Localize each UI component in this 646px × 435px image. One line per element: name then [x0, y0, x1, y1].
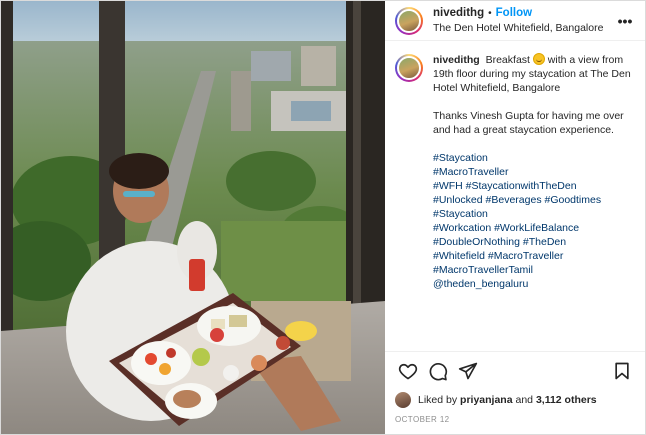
post-header: nivedithg • Follow The Den Hotel Whitefi… [385, 1, 645, 41]
follow-button[interactable]: Follow [496, 6, 532, 21]
post-location[interactable]: The Den Hotel Whitefield, Bangalore [433, 21, 615, 36]
share-icon[interactable] [453, 356, 483, 386]
caption-paragraph-1: nivedithg Breakfast with a view from 19t… [433, 53, 635, 95]
caption-paragraph-2: Thanks Vinesh Gupta for having me over a… [433, 110, 624, 136]
liked-by-label: Liked by [418, 394, 458, 406]
post-date[interactable]: OCTOBER 12 [385, 411, 645, 434]
hashtag-line[interactable]: #MacroTraveller [433, 165, 635, 179]
likes-and: and [515, 394, 534, 406]
hashtag-list: #Staycation #MacroTraveller #WFH #Stayca… [433, 151, 635, 291]
instagram-post: nivedithg • Follow The Den Hotel Whitefi… [0, 0, 646, 435]
likes-count[interactable]: 3,112 others [536, 394, 597, 406]
post-photo[interactable] [1, 1, 385, 434]
hashtag-line[interactable]: #Whitefield #MacroTraveller [433, 249, 635, 263]
mention-link[interactable]: @theden_bengaluru [433, 277, 635, 291]
hashtag-line[interactable]: #Workcation #WorkLifeBalance [433, 221, 635, 235]
hashtag-line[interactable]: #Staycation [433, 207, 635, 221]
liker-username[interactable]: priyanjana [460, 394, 513, 406]
caption-author-avatar[interactable] [395, 54, 423, 82]
caption: nivedithg Breakfast with a view from 19t… [433, 53, 635, 351]
caption-username[interactable]: nivedithg [433, 54, 480, 66]
hashtag-line[interactable]: #Staycation [433, 151, 635, 165]
caption-area: nivedithg Breakfast with a view from 19t… [385, 41, 645, 351]
comment-icon[interactable] [423, 356, 453, 386]
action-bar [385, 351, 645, 389]
separator-dot: • [488, 7, 492, 19]
bookmark-icon[interactable] [607, 356, 637, 386]
more-options-icon[interactable]: ••• [615, 13, 635, 29]
author-info: nivedithg • Follow The Den Hotel Whitefi… [433, 6, 615, 36]
author-username[interactable]: nivedithg [433, 6, 484, 21]
smiling-face-emoji-icon [532, 53, 545, 65]
post-side-panel: nivedithg • Follow The Den Hotel Whitefi… [385, 1, 645, 434]
photo-illustration [1, 1, 385, 434]
hashtag-line[interactable]: #WFH #StaycationwithTheDen [433, 179, 635, 193]
hashtag-line[interactable]: #Unlocked #Beverages #Goodtimes [433, 193, 635, 207]
heart-icon[interactable] [393, 356, 423, 386]
author-avatar[interactable] [395, 6, 423, 35]
hashtag-line[interactable]: #MacroTravellerTamil [433, 263, 635, 277]
likes-summary: Liked by priyanjana and 3,112 others [385, 389, 645, 411]
hashtag-line[interactable]: #DoubleOrNothing #TheDen [433, 235, 635, 249]
liker-avatar[interactable] [395, 392, 411, 408]
caption-text-start: Breakfast [485, 54, 530, 66]
